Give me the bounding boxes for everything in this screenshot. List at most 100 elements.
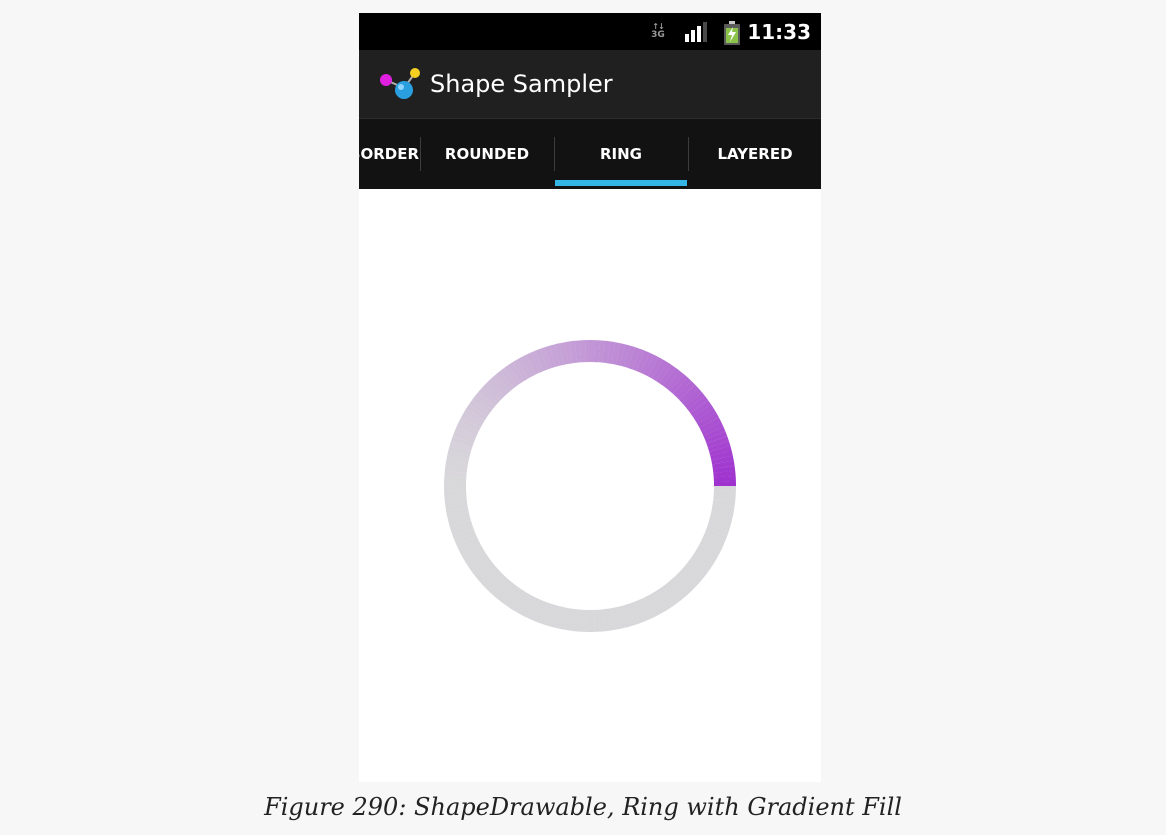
ring-segment [466,404,488,421]
ring-segment [644,354,659,377]
ring-segment [554,343,565,366]
ring-segment [692,551,714,568]
ring-segment [569,340,578,364]
signal-strength-icon [685,22,707,42]
ring-segment [602,608,611,632]
ring-segment [669,578,688,598]
ring-segment [446,455,469,465]
ring-segment [452,528,476,541]
ring-segment [712,503,735,512]
ring-segment [508,588,525,610]
ring-segment [707,520,731,532]
ring-segment [516,357,532,379]
ring-segment [554,606,565,629]
ring-segment [712,465,736,474]
ring-segment [690,400,712,417]
ring-segment [448,445,471,457]
ring-segment [454,426,477,440]
ring-segment [504,586,521,608]
ring-segment [695,547,717,564]
ring-segment [452,431,476,444]
gradient-ring-shape [444,340,737,632]
ring-segment [492,374,511,394]
ring-segment [662,367,680,389]
ring-segment [624,603,636,627]
ring-segment [632,348,645,372]
ring-segment [655,362,672,384]
ring-segment [445,503,468,512]
ring-segment [512,359,529,381]
ring-segment [569,608,578,632]
ring-segment [447,450,470,461]
ring-segment [672,377,692,397]
ring-segment [651,591,668,613]
ring-segment [615,343,626,366]
action-bar: Shape Sampler [359,50,821,119]
ring-segment [449,440,473,452]
network-3g-icon: ↑↓ 3G [651,22,665,40]
ring-segment [655,588,672,610]
ring-segment [508,362,525,384]
ring-segment [701,422,724,436]
ring-segment [559,607,569,630]
ring-segment [684,562,706,580]
ring-segment [651,359,668,381]
app-title: Shape Sampler [430,70,613,98]
ring-segment [679,568,699,588]
ring-segment [447,511,470,522]
ring-segment [711,507,734,517]
ring-segment [709,515,732,527]
ring-segment [540,347,552,370]
ring-segment [454,532,477,546]
tab-rounded[interactable]: ROUNDED [421,119,553,189]
ring-segment [481,384,501,404]
ring-segment [648,357,664,379]
ring-segment [478,388,498,407]
ring-segment [602,340,611,364]
ring-segment [640,352,655,375]
ring-segment [676,380,696,400]
selected-tab-indicator [555,180,687,186]
ring-segment [448,515,471,527]
ring-segment [687,396,709,414]
ring-segment [699,417,722,432]
ring-segment [704,528,728,541]
ring-segment [659,586,676,608]
ring-segment [684,392,706,410]
ring-segment [549,344,561,367]
ring-segment [666,370,684,392]
ring-segments [444,340,737,632]
tab-border[interactable]: BORDER [359,119,419,189]
ring-segment [445,460,468,469]
ring-segment [703,532,726,546]
ring-segment [679,384,699,404]
ring-segment [659,364,676,386]
ring-segment [496,370,514,392]
ring-segment [500,367,518,389]
tab-bar: BORDER ROUNDED RING LAYERED [359,119,821,189]
ring-segment [512,591,529,613]
figure-caption: Figure 290: ShapeDrawable, Ring with Gra… [264,793,902,821]
ring-segment [496,580,514,602]
ring-segment [461,544,483,560]
ring-segment [492,578,511,598]
ring-segment [458,417,481,432]
ring-segment [549,605,561,628]
ring-segment [611,342,621,365]
ring-segment [699,540,722,555]
ring-segment [444,498,468,507]
ring-segment [704,431,728,444]
ring-segment [488,377,508,397]
ring-segment [564,608,573,631]
content-area [359,189,821,782]
tab-layered[interactable]: LAYERED [689,119,821,189]
ring-segment [636,350,650,373]
ring-segment [640,597,654,620]
tab-ring[interactable]: RING [555,119,687,189]
ring-segment [701,536,724,551]
ring-segment [690,555,712,572]
ring-segment [535,348,548,372]
ring-segment [530,350,544,373]
ring-segment [559,342,569,365]
shape-sampler-app-icon[interactable] [378,66,422,102]
